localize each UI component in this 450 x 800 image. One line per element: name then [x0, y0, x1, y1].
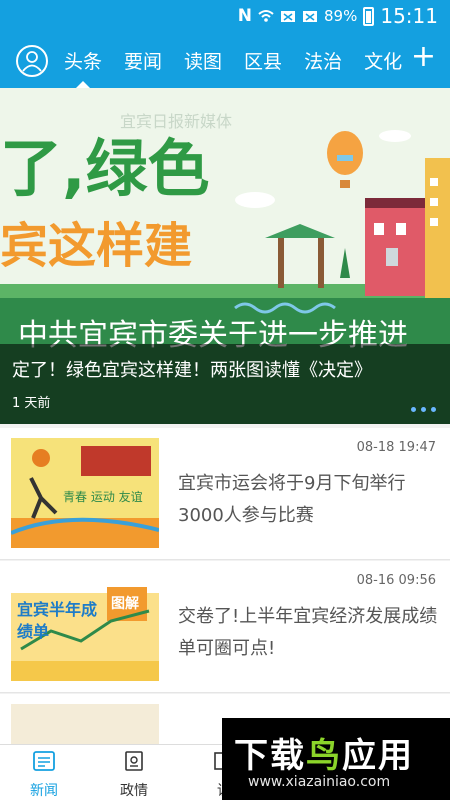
banner-headline-line1: 了,绿色	[0, 132, 210, 205]
thumbnail-caption: 宜宾半年成绩单	[17, 600, 98, 641]
bottom-tab-label: 政情	[120, 783, 148, 799]
carousel-dots	[411, 407, 436, 412]
status-indicators: N 89% 15:11	[238, 4, 438, 28]
signal-icon	[281, 11, 296, 22]
tab-law[interactable]: 法治	[304, 47, 342, 74]
status-bar: N 89% 15:11	[0, 0, 450, 33]
watermark-url: www.xiazainiao.com	[248, 774, 391, 790]
bottom-tab-news[interactable]: 新闻	[14, 750, 74, 800]
tab-culture[interactable]: 文化	[364, 47, 402, 74]
nfc-icon: N	[237, 6, 253, 26]
carousel-dot	[411, 407, 416, 412]
person-icon	[22, 51, 42, 72]
banner-caption: 定了！绿色宜宾这样建！两张图读懂《决定》 1 天前	[0, 344, 450, 424]
article-title: 宜宾市运会将于9月下旬举行3000人参与比赛	[178, 473, 406, 526]
download-site-watermark: 下载鸟应用 www.xiazainiao.com	[222, 718, 450, 800]
watermark-title-part2: 鸟	[306, 736, 342, 776]
tab-important-news[interactable]: 要闻	[124, 47, 162, 74]
user-avatar-icon[interactable]	[16, 45, 48, 77]
add-channel-button[interactable]: +	[411, 42, 436, 72]
article-thumbnail: 青春 运动 友谊	[11, 438, 159, 548]
watermark-title-part1: 下载	[234, 736, 306, 776]
article-date: 08-16 09:56	[356, 573, 436, 588]
battery-percent: 89%	[324, 7, 358, 25]
tab-headlines[interactable]: 头条	[64, 47, 102, 88]
banner-title: 定了！绿色宜宾这样建！两张图读懂《决定》	[12, 360, 372, 381]
thumbnail-badge: 图解	[111, 596, 139, 612]
banner-time: 1 天前	[12, 396, 51, 411]
watermark-title-part3: 应用	[342, 736, 414, 776]
article-date: 08-18 19:47	[356, 440, 436, 455]
banner-headline-line2: 宾这样建	[0, 218, 193, 274]
article-thumbnail: 宜宾半年成绩单 图解	[11, 571, 159, 681]
tab-districts[interactable]: 区县	[244, 47, 282, 74]
bottom-tab-politics[interactable]: 政情	[104, 750, 164, 800]
watermark-title: 下载鸟应用	[234, 728, 414, 777]
bottom-tab-label: 新闻	[30, 783, 58, 799]
carousel-dot	[421, 407, 426, 412]
carousel-dot	[431, 407, 436, 412]
channel-tabs: 头条 要闻 读图 区县 法治 文化	[64, 47, 402, 88]
signal-icon-2	[303, 11, 318, 22]
article-item[interactable]: 青春 运动 友谊 08-18 19:47 宜宾市运会将于9月下旬举行3000人参…	[0, 428, 450, 560]
article-item[interactable]: 宜宾半年成绩单 图解 08-16 09:56 交卷了!上半年宜宾经济发展成绩单可…	[0, 561, 450, 693]
newspaper-icon	[33, 751, 55, 771]
battery-icon	[363, 6, 375, 26]
featured-banner[interactable]: 宜宾日报新媒体 了,绿色 宾这样建 中共宜宾市委关于进一步推进 定了！绿色宜宾这…	[0, 88, 450, 424]
article-thumbnail	[11, 704, 159, 744]
top-nav: 头条 要闻 读图 区县 法治 文化 +	[0, 33, 450, 88]
thumbnail-caption: 青春 运动 友谊	[63, 490, 143, 504]
wifi-icon	[258, 10, 274, 22]
clock: 15:11	[380, 4, 438, 28]
tab-pictures[interactable]: 读图	[184, 47, 222, 74]
article-title: 交卷了!上半年宜宾经济发展成绩单可圈可点!	[178, 606, 438, 659]
document-icon	[125, 751, 143, 771]
